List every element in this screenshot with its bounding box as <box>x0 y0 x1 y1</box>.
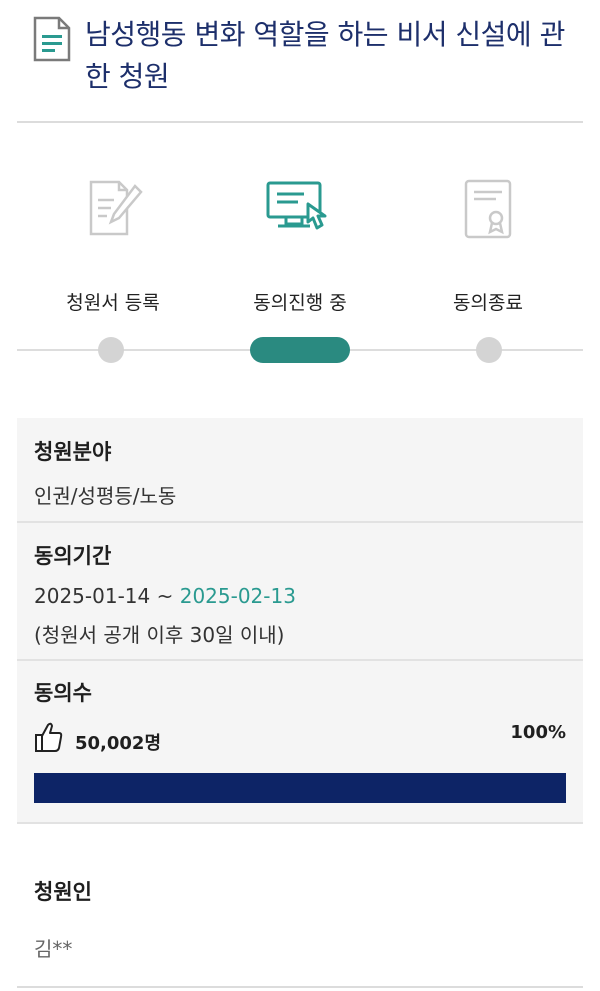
step-dot-registration <box>98 337 124 363</box>
petition-details: 청원분야 인권/성평등/노동 동의기간 2025-01-14 ~ 2025-02… <box>17 418 583 822</box>
period-end: 2025-02-13 <box>179 584 296 608</box>
period-label: 동의기간 <box>34 544 112 568</box>
header-divider <box>17 121 583 123</box>
step-dot-closed <box>476 337 502 363</box>
period-separator: ~ <box>150 584 180 608</box>
period-note: (청원서 공개 이후 30일 이내) <box>34 623 285 647</box>
divider <box>17 822 583 824</box>
agreement-count: 50,002명 <box>75 733 162 754</box>
petition-header: 남성행동 변화 역할을 하는 비서 신설에 관한 청원 <box>33 14 583 104</box>
agreement-label: 동의수 <box>34 681 92 705</box>
step-registration: 청원서 등록 <box>33 178 193 314</box>
field-label: 청원분야 <box>34 440 112 464</box>
divider <box>17 986 583 988</box>
divider <box>17 521 583 523</box>
thumbs-up-icon <box>35 722 63 752</box>
step-in-progress: 동의진행 중 <box>220 178 380 314</box>
petitioner-name: 김** <box>34 937 73 961</box>
certificate-icon <box>464 179 512 239</box>
field-value: 인권/성평등/노동 <box>34 484 177 508</box>
step-label: 동의진행 중 <box>253 292 347 314</box>
agreement-percent: 100% <box>510 722 566 743</box>
period-start: 2025-01-14 <box>34 584 151 608</box>
step-label: 동의종료 <box>453 292 523 314</box>
document-edit-icon <box>89 180 143 236</box>
agreement-progress-fill <box>34 773 566 803</box>
step-closed: 동의종료 <box>408 178 568 314</box>
page-title: 남성행동 변화 역할을 하는 비서 신설에 관한 청원 <box>85 18 565 93</box>
step-indicator-active <box>250 337 350 363</box>
petitioner-label: 청원인 <box>34 880 92 904</box>
agreement-progress-bar <box>34 773 566 803</box>
computer-click-icon <box>266 181 327 230</box>
divider <box>17 659 583 661</box>
document-icon <box>33 16 71 62</box>
period-dates: 2025-01-14 ~ 2025-02-13 <box>34 584 296 608</box>
step-label: 청원서 등록 <box>66 292 160 314</box>
